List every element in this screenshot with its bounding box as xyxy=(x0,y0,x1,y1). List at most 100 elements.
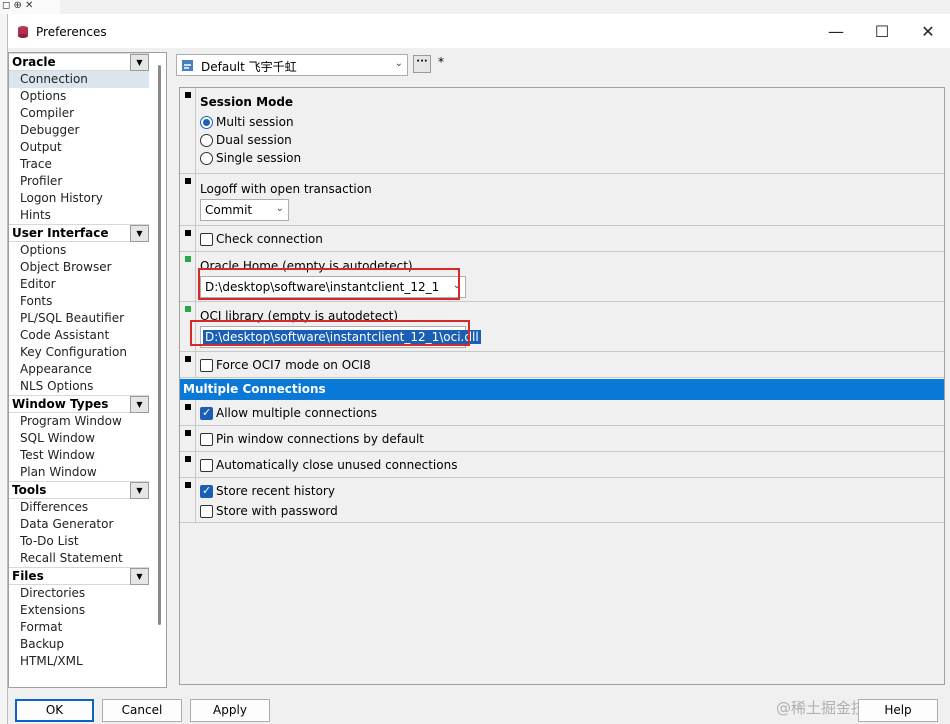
pin-connections-checkbox[interactable] xyxy=(200,433,213,446)
cancel-button[interactable]: Cancel xyxy=(102,699,182,722)
radio-single-session[interactable] xyxy=(200,152,213,165)
check-connection-checkbox[interactable] xyxy=(200,233,213,246)
nav-item[interactable]: Compiler xyxy=(9,105,149,122)
help-button[interactable]: Help xyxy=(858,699,938,722)
radio-multi-session[interactable] xyxy=(200,116,213,129)
profile-select[interactable]: Default 飞宇千虹 ⌄ xyxy=(176,54,408,76)
nav-group-header[interactable]: Tools ▼ xyxy=(9,481,149,499)
nav-item[interactable]: Extensions xyxy=(9,602,149,619)
chevron-down-icon: ⌄ xyxy=(394,58,403,69)
nav-item[interactable]: To-Do List xyxy=(9,533,149,550)
maximize-button[interactable]: ☐ xyxy=(859,14,905,48)
nav-item[interactable]: Code Assistant xyxy=(9,327,149,344)
allow-multiple-checkbox[interactable] xyxy=(200,406,213,420)
profile-more-button[interactable]: ··· xyxy=(413,55,431,73)
nav-item[interactable]: Appearance xyxy=(9,361,149,378)
profile-icon xyxy=(182,60,193,71)
nav-scrollbar[interactable] xyxy=(155,53,166,687)
nav-item[interactable]: Plan Window xyxy=(9,464,149,481)
radio-dual-session[interactable] xyxy=(200,134,213,147)
nav-item[interactable]: Format xyxy=(9,619,149,636)
category-nav: Oracle ▼ Connection Options Compiler Debugger… xyxy=(8,52,167,688)
nav-item[interactable]: SQL Window xyxy=(9,430,149,447)
nav-item[interactable]: Key Configuration xyxy=(9,344,149,361)
chevron-down-icon[interactable]: ▼ xyxy=(130,396,149,413)
setting-marker xyxy=(185,404,191,410)
apply-button[interactable]: Apply xyxy=(190,699,270,722)
database-icon xyxy=(18,26,28,38)
nav-item[interactable]: Connection xyxy=(9,71,149,88)
nav-item[interactable]: Output xyxy=(9,139,149,156)
nav-item[interactable]: Options xyxy=(9,88,149,105)
setting-marker xyxy=(185,92,191,98)
setting-marker xyxy=(185,456,191,462)
radio-dual-session-label[interactable]: Dual session xyxy=(216,133,292,147)
force-oci7-label[interactable]: Force OCI7 mode on OCI8 xyxy=(216,358,371,372)
session-mode-row: Session Mode Multi session Dual session … xyxy=(180,88,944,174)
store-password-checkbox[interactable] xyxy=(200,505,213,518)
background-window-toolbar: ◻ ⊕ ✕ xyxy=(0,0,60,14)
nav-item[interactable]: PL/SQL Beautifier xyxy=(9,310,149,327)
nav-item[interactable]: Logon History xyxy=(9,190,149,207)
chevron-down-icon[interactable]: ▼ xyxy=(130,568,149,585)
nav-group-header[interactable]: User Interface ▼ xyxy=(9,224,149,242)
nav-group-header[interactable]: Oracle ▼ xyxy=(9,53,149,71)
setting-marker xyxy=(185,230,191,236)
nav-item[interactable]: Options xyxy=(9,242,149,259)
nav-item[interactable]: Fonts xyxy=(9,293,149,310)
oci-library-row: OCI library (empty is autodetect) D:\des… xyxy=(180,302,944,352)
auto-close-checkbox[interactable] xyxy=(200,459,213,472)
check-connection-row: Check connection xyxy=(180,226,944,252)
chevron-down-icon[interactable]: ▼ xyxy=(130,54,149,71)
window-title: Preferences xyxy=(36,25,107,39)
nav-item[interactable]: NLS Options xyxy=(9,378,149,395)
nav-group-header[interactable]: Window Types ▼ xyxy=(9,395,149,413)
nav-item[interactable]: Editor xyxy=(9,276,149,293)
profile-value: Default 飞宇千虹 xyxy=(201,60,297,74)
nav-item[interactable]: Program Window xyxy=(9,413,149,430)
logoff-select[interactable]: Commit ⌄ xyxy=(200,199,289,221)
force-oci7-checkbox[interactable] xyxy=(200,359,213,372)
radio-single-session-label[interactable]: Single session xyxy=(216,151,301,165)
nav-item[interactable]: Hints xyxy=(9,207,149,224)
auto-close-label[interactable]: Automatically close unused connections xyxy=(216,458,457,472)
nav-item[interactable]: Backup xyxy=(9,636,149,653)
logoff-label: Logoff with open transaction xyxy=(200,182,372,196)
chevron-down-icon[interactable]: ▼ xyxy=(130,482,149,499)
nav-item[interactable]: Recall Statement xyxy=(9,550,149,567)
nav-scroll-thumb[interactable] xyxy=(158,65,161,625)
nav-item[interactable]: Directories xyxy=(9,585,149,602)
nav-item[interactable]: HTML/XML xyxy=(9,653,149,670)
nav-item[interactable]: Data Generator xyxy=(9,516,149,533)
nav-item[interactable]: Trace xyxy=(9,156,149,173)
chevron-down-icon: ⌄ xyxy=(275,203,284,214)
options-panel: Session Mode Multi session Dual session … xyxy=(179,87,945,685)
nav-item[interactable]: Debugger xyxy=(9,122,149,139)
highlight-annotation xyxy=(190,320,470,346)
nav-group-label: Tools xyxy=(12,483,47,497)
store-history-label[interactable]: Store recent history xyxy=(216,484,335,498)
auto-close-row: Automatically close unused connections xyxy=(180,452,944,478)
nav-item[interactable]: Test Window xyxy=(9,447,149,464)
minimize-button[interactable]: — xyxy=(813,14,859,48)
nav-item[interactable]: Differences xyxy=(9,499,149,516)
setting-marker xyxy=(185,482,191,488)
store-history-checkbox[interactable] xyxy=(200,484,213,498)
store-history-row: Store recent history Store with password xyxy=(180,478,944,523)
chevron-down-icon[interactable]: ▼ xyxy=(130,225,149,242)
setting-marker xyxy=(185,430,191,436)
ok-button[interactable]: OK xyxy=(15,699,94,722)
setting-marker-modified xyxy=(185,256,191,262)
allow-multiple-label[interactable]: Allow multiple connections xyxy=(216,406,377,420)
nav-group-label: Files xyxy=(12,569,44,583)
pin-connections-label[interactable]: Pin window connections by default xyxy=(216,432,424,446)
nav-item[interactable]: Profiler xyxy=(9,173,149,190)
store-password-label[interactable]: Store with password xyxy=(216,504,338,518)
nav-group-header[interactable]: Files ▼ xyxy=(9,567,149,585)
close-button[interactable]: ✕ xyxy=(905,14,950,48)
radio-multi-session-label[interactable]: Multi session xyxy=(216,115,294,129)
nav-item[interactable]: Object Browser xyxy=(9,259,149,276)
check-connection-label[interactable]: Check connection xyxy=(216,232,323,246)
highlight-annotation xyxy=(198,268,460,300)
modified-marker: * xyxy=(438,55,444,69)
